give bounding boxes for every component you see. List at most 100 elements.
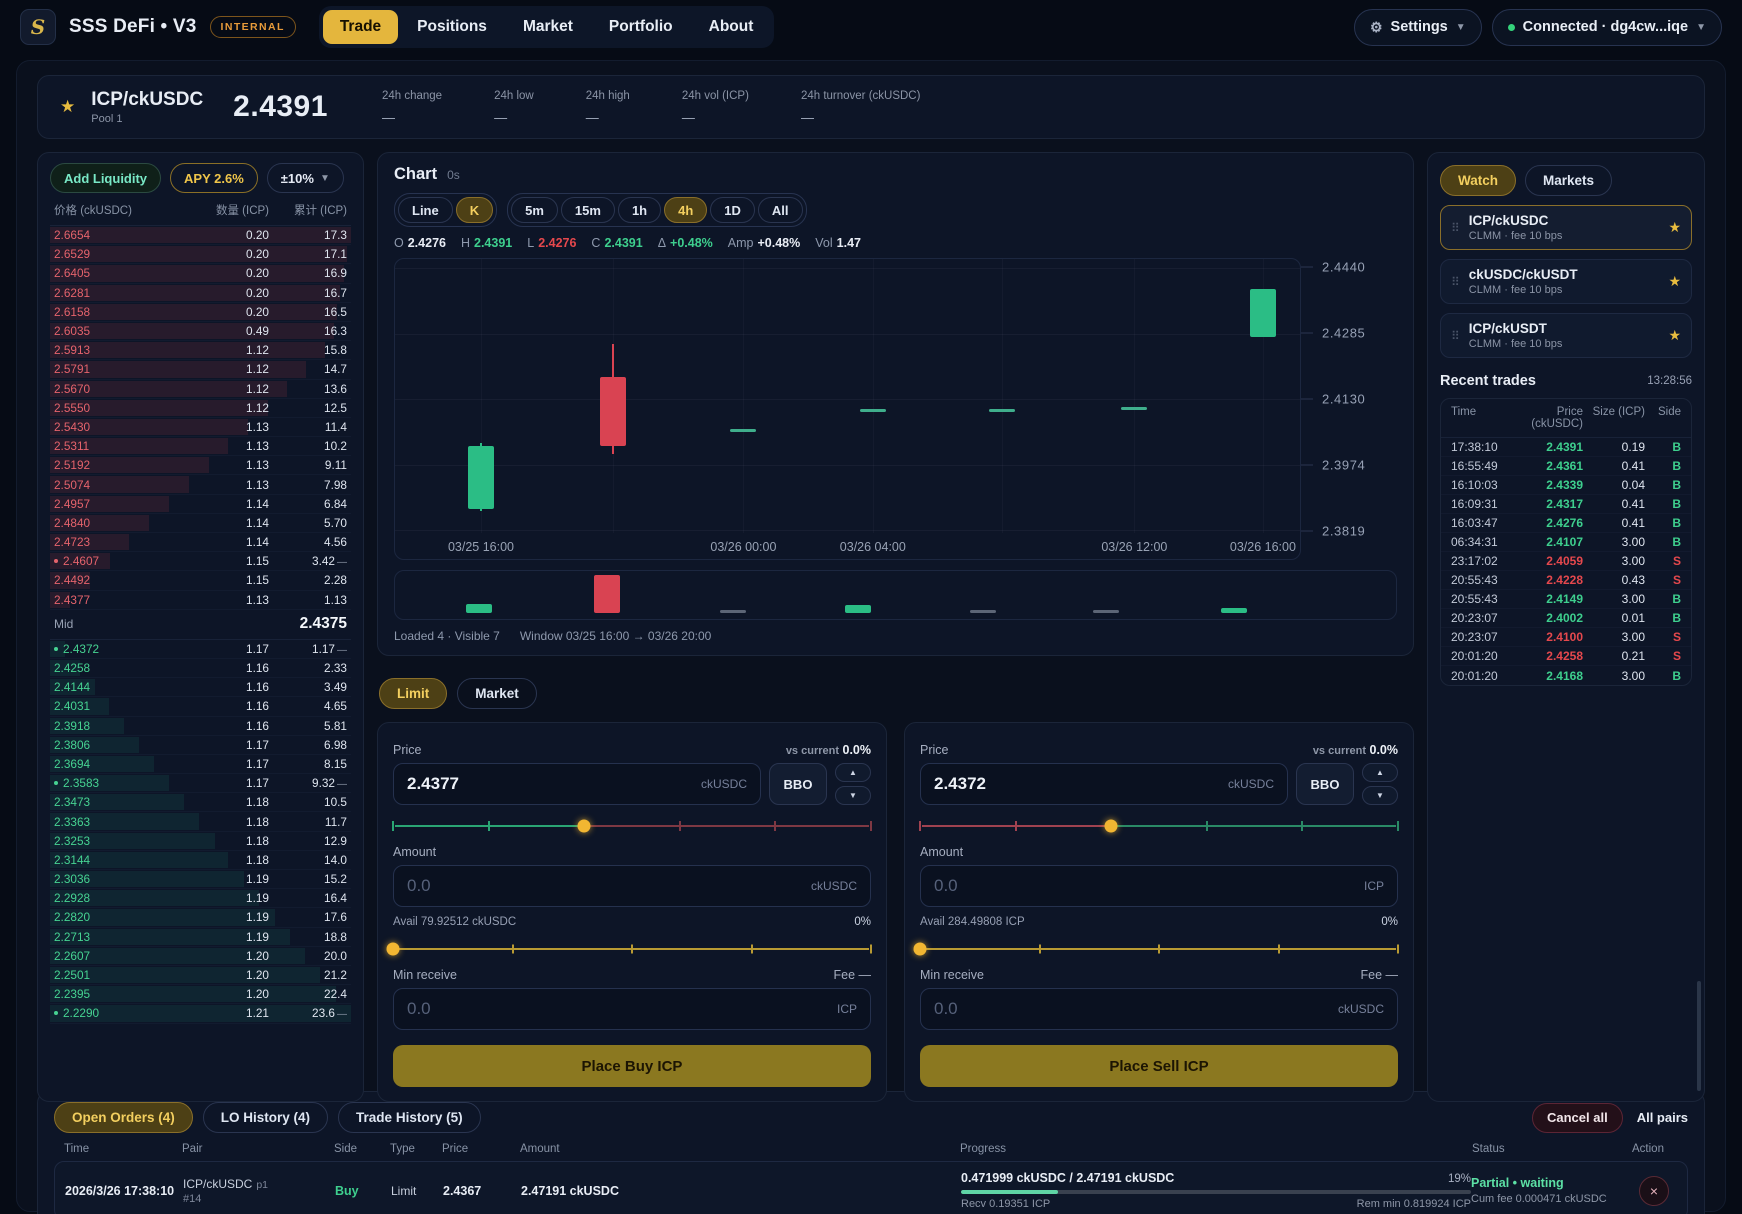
tab-trade-history[interactable]: Trade History (5) bbox=[338, 1102, 481, 1133]
candle-chart[interactable]: 03/25 16:0003/26 00:0003/26 04:0003/26 1… bbox=[394, 258, 1301, 560]
orderbook-bid-row[interactable]: 2.43721.171.17— bbox=[50, 640, 351, 659]
orderbook-bid-row[interactable]: 2.23951.2022.4 bbox=[50, 985, 351, 1004]
tab-limit[interactable]: Limit bbox=[379, 678, 447, 709]
place-buy-button[interactable]: Place Buy ICP bbox=[393, 1045, 871, 1087]
orderbook-ask-row[interactable]: 2.50741.137.98 bbox=[50, 475, 351, 494]
orderbook-ask-row[interactable]: 2.59131.1215.8 bbox=[50, 341, 351, 360]
tab-watch[interactable]: Watch bbox=[1440, 165, 1516, 196]
orderbook-ask-row[interactable]: 2.65290.2017.1 bbox=[50, 245, 351, 264]
orderbook-bid-row[interactable]: 2.30361.1915.2 bbox=[50, 870, 351, 889]
nav-item-positions[interactable]: Positions bbox=[400, 10, 504, 44]
timeframe-1d-button[interactable]: 1D bbox=[710, 197, 755, 223]
orderbook-bid-row[interactable]: 2.32531.1812.9 bbox=[50, 832, 351, 851]
orderbook-ask-row[interactable]: 2.54301.1311.4 bbox=[50, 418, 351, 437]
orderbook-bid-row[interactable]: 2.40311.164.65 bbox=[50, 697, 351, 716]
slider-handle[interactable] bbox=[1105, 820, 1118, 833]
sell-amount-slider[interactable] bbox=[920, 938, 1398, 960]
nav-item-trade[interactable]: Trade bbox=[323, 10, 398, 44]
slider-handle[interactable] bbox=[914, 943, 927, 956]
favorite-star-icon[interactable]: ★ bbox=[60, 97, 75, 117]
timeframe-5m-button[interactable]: 5m bbox=[511, 197, 558, 223]
orderbook-bid-row[interactable]: 2.33631.1811.7 bbox=[50, 812, 351, 831]
orderbook-ask-row[interactable]: 2.61580.2016.5 bbox=[50, 303, 351, 322]
buy-min-receive-input[interactable] bbox=[407, 999, 829, 1019]
chart-type-candles-button[interactable]: K bbox=[456, 197, 493, 223]
orderbook-bid-row[interactable]: 2.35831.179.32— bbox=[50, 774, 351, 793]
all-pairs-toggle[interactable]: All pairs bbox=[1637, 1110, 1688, 1125]
sell-amount-input[interactable] bbox=[934, 876, 1356, 896]
orderbook-ask-row[interactable]: 2.51921.139.11 bbox=[50, 456, 351, 475]
timeframe-15m-button[interactable]: 15m bbox=[561, 197, 615, 223]
orderbook-bid-row[interactable]: 2.34731.1810.5 bbox=[50, 793, 351, 812]
place-sell-button[interactable]: Place Sell ICP bbox=[920, 1045, 1398, 1087]
orderbook-bid-row[interactable]: 2.26071.2020.0 bbox=[50, 947, 351, 966]
orderbook-ask-row[interactable]: 2.46071.153.42— bbox=[50, 552, 351, 571]
orderbook-bid-row[interactable]: 2.25011.2021.2 bbox=[50, 966, 351, 985]
timeframe-all-button[interactable]: All bbox=[758, 197, 803, 223]
watchlist-item[interactable]: ⠿ICP/ckUSDTCLMM · fee 10 bps★ bbox=[1440, 313, 1692, 358]
tab-markets[interactable]: Markets bbox=[1525, 165, 1612, 196]
buy-price-decrement-button[interactable]: ▼ bbox=[835, 786, 871, 805]
orderbook-ask-row[interactable]: 2.48401.145.70 bbox=[50, 514, 351, 533]
orderbook-ask-row[interactable]: 2.66540.2017.3 bbox=[50, 226, 351, 245]
orderbook-bid-row[interactable]: 2.36941.178.15 bbox=[50, 755, 351, 774]
orderbook-bid-row[interactable]: 2.28201.1917.6 bbox=[50, 908, 351, 927]
favorite-star-icon[interactable]: ★ bbox=[1668, 219, 1681, 236]
sell-price-increment-button[interactable]: ▲ bbox=[1362, 763, 1398, 782]
buy-amount-slider[interactable] bbox=[393, 938, 871, 960]
slider-handle[interactable] bbox=[578, 820, 591, 833]
nav-item-portfolio[interactable]: Portfolio bbox=[592, 10, 690, 44]
slider-handle[interactable] bbox=[387, 943, 400, 956]
tab-open-orders[interactable]: Open Orders (4) bbox=[54, 1102, 193, 1133]
timeframe-4h-button[interactable]: 4h bbox=[664, 197, 707, 223]
orderbook-bid-row[interactable]: 2.29281.1916.4 bbox=[50, 889, 351, 908]
orderbook-ask-row[interactable]: 2.43771.131.13 bbox=[50, 591, 351, 610]
range-dropdown[interactable]: ±10% ▼ bbox=[267, 163, 344, 193]
wallet-connection-button[interactable]: Connected · dg4cw...iqe ▼ bbox=[1492, 9, 1722, 46]
favorite-star-icon[interactable]: ★ bbox=[1668, 327, 1681, 344]
orderbook-bid-row[interactable]: 2.22901.2123.6— bbox=[50, 1004, 351, 1023]
orderbook-ask-row[interactable]: 2.55501.1212.5 bbox=[50, 399, 351, 418]
orderbook-bid-row[interactable]: 2.41441.163.49 bbox=[50, 678, 351, 697]
buy-price-increment-button[interactable]: ▲ bbox=[835, 763, 871, 782]
orderbook-ask-row[interactable]: 2.57911.1214.7 bbox=[50, 360, 351, 379]
settings-button[interactable]: ⚙ Settings ▼ bbox=[1354, 9, 1482, 46]
timeframe-1h-button[interactable]: 1h bbox=[618, 197, 661, 223]
tab-market[interactable]: Market bbox=[457, 678, 537, 709]
sell-bbo-button[interactable]: BBO bbox=[1296, 763, 1354, 805]
favorite-star-icon[interactable]: ★ bbox=[1668, 273, 1681, 290]
orderbook-ask-row[interactable]: 2.60350.4916.3 bbox=[50, 322, 351, 341]
scrollbar-thumb[interactable] bbox=[1697, 981, 1701, 1091]
orderbook-ask-row[interactable]: 2.47231.144.56 bbox=[50, 533, 351, 552]
chart-type-line-button[interactable]: Line bbox=[398, 197, 453, 223]
buy-price-input[interactable] bbox=[407, 774, 693, 794]
buy-bbo-button[interactable]: BBO bbox=[769, 763, 827, 805]
nav-item-about[interactable]: About bbox=[692, 10, 771, 44]
orderbook-ask-row[interactable]: 2.56701.1213.6 bbox=[50, 380, 351, 399]
apy-badge[interactable]: APY 2.6% bbox=[170, 163, 258, 193]
volume-strip[interactable] bbox=[394, 570, 1397, 620]
orderbook-ask-row[interactable]: 2.44921.152.28 bbox=[50, 571, 351, 590]
sell-min-receive-input[interactable] bbox=[934, 999, 1330, 1019]
sell-price-input[interactable] bbox=[934, 774, 1220, 794]
orderbook-bid-row[interactable]: 2.27131.1918.8 bbox=[50, 928, 351, 947]
watchlist-item[interactable]: ⠿ICP/ckUSDCCLMM · fee 10 bps★ bbox=[1440, 205, 1692, 250]
cancel-all-button[interactable]: Cancel all bbox=[1532, 1103, 1623, 1133]
orderbook-ask-row[interactable]: 2.62810.2016.7 bbox=[50, 284, 351, 303]
orderbook-ask-row[interactable]: 2.64050.2016.9 bbox=[50, 264, 351, 283]
orderbook-bid-row[interactable]: 2.42581.162.33 bbox=[50, 659, 351, 678]
add-liquidity-button[interactable]: Add Liquidity bbox=[50, 163, 161, 193]
tab-lo-history[interactable]: LO History (4) bbox=[203, 1102, 328, 1133]
sell-price-decrement-button[interactable]: ▼ bbox=[1362, 786, 1398, 805]
buy-price-slider[interactable] bbox=[393, 815, 871, 837]
cancel-order-button[interactable]: × bbox=[1639, 1176, 1669, 1206]
orderbook-bid-row[interactable]: 2.38061.176.98 bbox=[50, 736, 351, 755]
sell-price-slider[interactable] bbox=[920, 815, 1398, 837]
orderbook-bid-row[interactable]: 2.31441.1814.0 bbox=[50, 851, 351, 870]
buy-amount-input[interactable] bbox=[407, 876, 803, 896]
orderbook-bid-row[interactable]: 2.39181.165.81 bbox=[50, 717, 351, 736]
orderbook-ask-row[interactable]: 2.53111.1310.2 bbox=[50, 437, 351, 456]
nav-item-market[interactable]: Market bbox=[506, 10, 590, 44]
watchlist-item[interactable]: ⠿ckUSDC/ckUSDTCLMM · fee 10 bps★ bbox=[1440, 259, 1692, 304]
orderbook-ask-row[interactable]: 2.49571.146.84 bbox=[50, 495, 351, 514]
